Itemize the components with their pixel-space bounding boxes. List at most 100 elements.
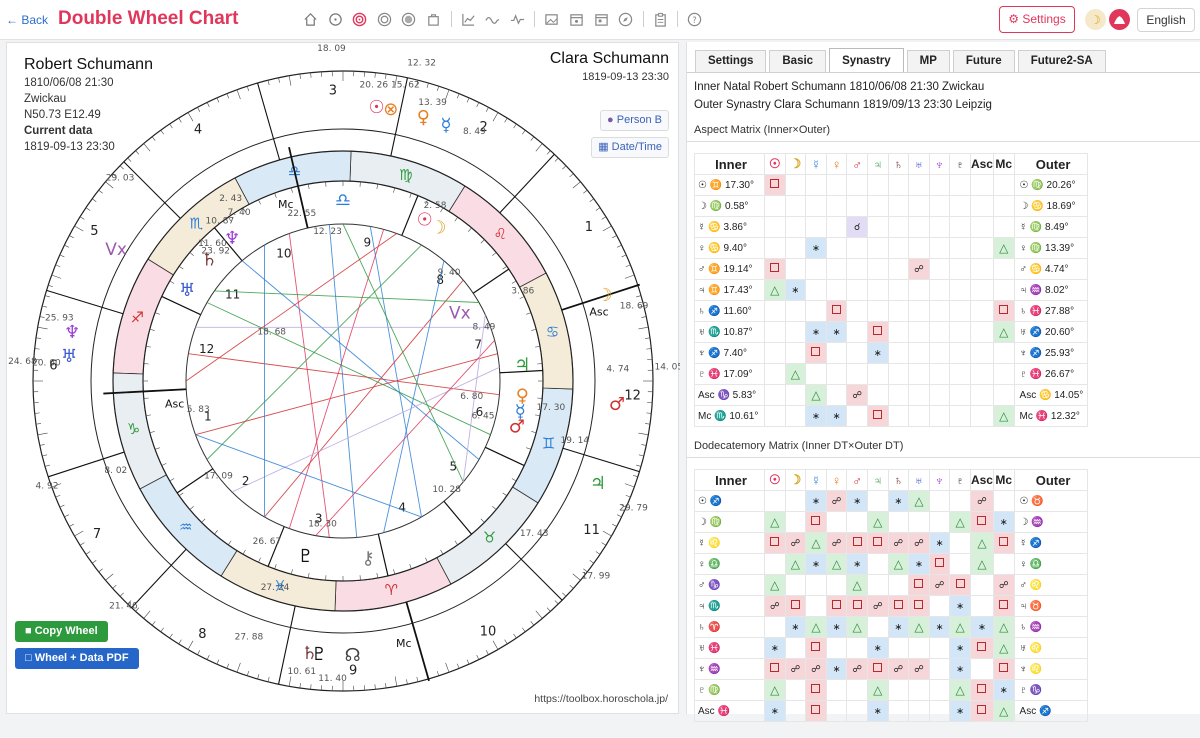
col-header: ♅ — [908, 153, 930, 175]
inner-house-number: 2 — [242, 474, 250, 488]
compass-icon[interactable] — [618, 12, 633, 27]
matrix-cell — [805, 342, 827, 364]
tab-basic[interactable]: Basic — [769, 50, 827, 72]
moon-toggle[interactable]: ☽ — [1085, 9, 1106, 30]
toolbar-icons: ? — [303, 11, 712, 27]
col-header: ♀ — [825, 153, 848, 175]
tab-synastry[interactable]: Synastry — [829, 48, 904, 72]
inner-point: ♂ ♑ — [694, 574, 765, 596]
matrix-cell: ∗ — [928, 616, 951, 638]
matrix-cell — [992, 595, 1015, 617]
matrix-cell — [928, 679, 951, 701]
tab-future[interactable]: Future — [952, 50, 1015, 72]
house-icon[interactable] — [303, 12, 318, 27]
datetime-button[interactable]: ▦ Date/Time — [591, 137, 669, 158]
degree-label: 17. 30 — [537, 403, 566, 413]
person-a-name: Robert Schumann — [24, 56, 153, 73]
copy-wheel-button[interactable]: ■ Copy Wheel — [15, 621, 108, 642]
matrix-cell: △ — [784, 553, 807, 575]
degree-label: 18. 30 — [308, 520, 337, 530]
sextile-aspect: ∗ — [999, 516, 1008, 528]
image-icon[interactable] — [544, 12, 559, 27]
trine-aspect: △ — [873, 683, 883, 697]
back-link[interactable]: ← Back — [6, 13, 48, 27]
matrix-cell — [928, 490, 951, 512]
tab-mp[interactable]: MP — [906, 50, 950, 72]
trine-aspect: △ — [999, 325, 1009, 339]
matrix-cell — [928, 195, 951, 217]
sextile-aspect: ∗ — [812, 558, 820, 570]
trine-aspect: △ — [893, 557, 903, 571]
inner-point: ♀ ♋ 9.40° — [694, 237, 765, 259]
matrix-cell: ∗ — [887, 616, 910, 638]
col-header: ☽ — [784, 153, 807, 175]
person-a-place: Zwickau — [24, 93, 67, 105]
bag-icon[interactable] — [426, 12, 441, 27]
matrix-cell — [928, 658, 951, 680]
matrix-cell: △ — [764, 279, 786, 301]
target-icon[interactable] — [352, 12, 367, 27]
datetime-label: Date/Time — [611, 141, 662, 153]
help-icon[interactable]: ? — [687, 12, 702, 27]
degree-label: 21. 46 — [109, 601, 138, 611]
matrix-cell — [784, 300, 807, 322]
square-aspect — [811, 705, 821, 714]
matrix-cell: ☍ — [866, 595, 889, 617]
trine-aspect: △ — [770, 515, 780, 529]
circle-dot-icon[interactable] — [328, 12, 343, 27]
matrix-cell: △ — [825, 553, 848, 575]
matrix-cell — [928, 405, 951, 427]
outer-planet-glyph: ☉ — [368, 97, 384, 118]
matrix-cell — [969, 342, 994, 364]
matrix-row: Asc ♑ 5.83° △ ☍ Asc ♋ 14.05° — [694, 384, 1088, 406]
matrix-cell — [825, 258, 848, 280]
wave-icon[interactable] — [485, 12, 500, 27]
matrix-cell — [949, 405, 971, 427]
trine-aspect: △ — [977, 536, 987, 550]
matrix-cell — [969, 237, 994, 259]
matrix-cell — [764, 616, 786, 638]
line-chart-icon[interactable] — [461, 12, 476, 27]
degree-label: 9. 40 — [438, 268, 461, 278]
matrix-cell: ☌ — [846, 216, 868, 238]
opposition-aspect: ☍ — [914, 263, 924, 275]
matrix-cell — [887, 637, 910, 659]
matrix-cell — [887, 700, 910, 722]
disc-icon[interactable] — [401, 12, 416, 27]
theme-toggle[interactable] — [1109, 9, 1130, 30]
col-header: ☽ — [784, 469, 807, 491]
calendar-alt-icon[interactable] — [594, 12, 609, 27]
calendar-icon[interactable] — [569, 12, 584, 27]
target-alt-icon[interactable] — [377, 12, 392, 27]
clipboard-icon[interactable] — [653, 12, 668, 27]
outer-point: ♆ ♐ 25.93° — [1013, 342, 1088, 364]
matrix-row: ☽ ♍ 0.58° ☽ ♋ 18.69° — [694, 195, 1088, 217]
matrix-cell — [992, 216, 1015, 238]
degree-label: 15. 62 — [391, 81, 420, 91]
matrix-cell: ∗ — [805, 553, 827, 575]
tab-future2-sa[interactable]: Future2-SA — [1017, 50, 1106, 72]
col-header: ♄ — [887, 469, 910, 491]
degree-label: 17. 09 — [204, 471, 233, 481]
sextile-aspect: ∗ — [956, 600, 965, 612]
language-select[interactable]: English — [1137, 8, 1195, 32]
matrix-cell — [949, 237, 971, 259]
matrix-cell — [866, 363, 889, 385]
trine-aspect: △ — [873, 515, 883, 529]
matrix-cell: △ — [969, 532, 994, 554]
outer-planet-glyph: ♅ — [61, 346, 77, 367]
pdf-button[interactable]: □ Wheel + Data PDF — [15, 648, 139, 669]
degree-label: 25. 93 — [45, 314, 74, 324]
matrix-cell — [764, 174, 786, 196]
matrix-row: ♂ ♊ 19.14° ☍ ♂ ♋ 4.74° — [694, 258, 1088, 280]
matrix-row: Asc ♓ ∗ ∗ ∗ △ Asc ♐ — [694, 700, 1088, 722]
person-b-button[interactable]: ● Person B — [600, 110, 669, 131]
back-label: Back — [21, 13, 49, 27]
tab-settings[interactable]: Settings — [695, 50, 767, 72]
matrix-cell: ∗ — [825, 321, 848, 343]
settings-button[interactable]: ⚙ Settings — [999, 6, 1075, 33]
outer-planet-glyph: ♀ — [417, 107, 430, 128]
trine-aspect: △ — [770, 683, 780, 697]
matrix-cell — [887, 405, 910, 427]
pulse-icon[interactable] — [510, 12, 525, 27]
